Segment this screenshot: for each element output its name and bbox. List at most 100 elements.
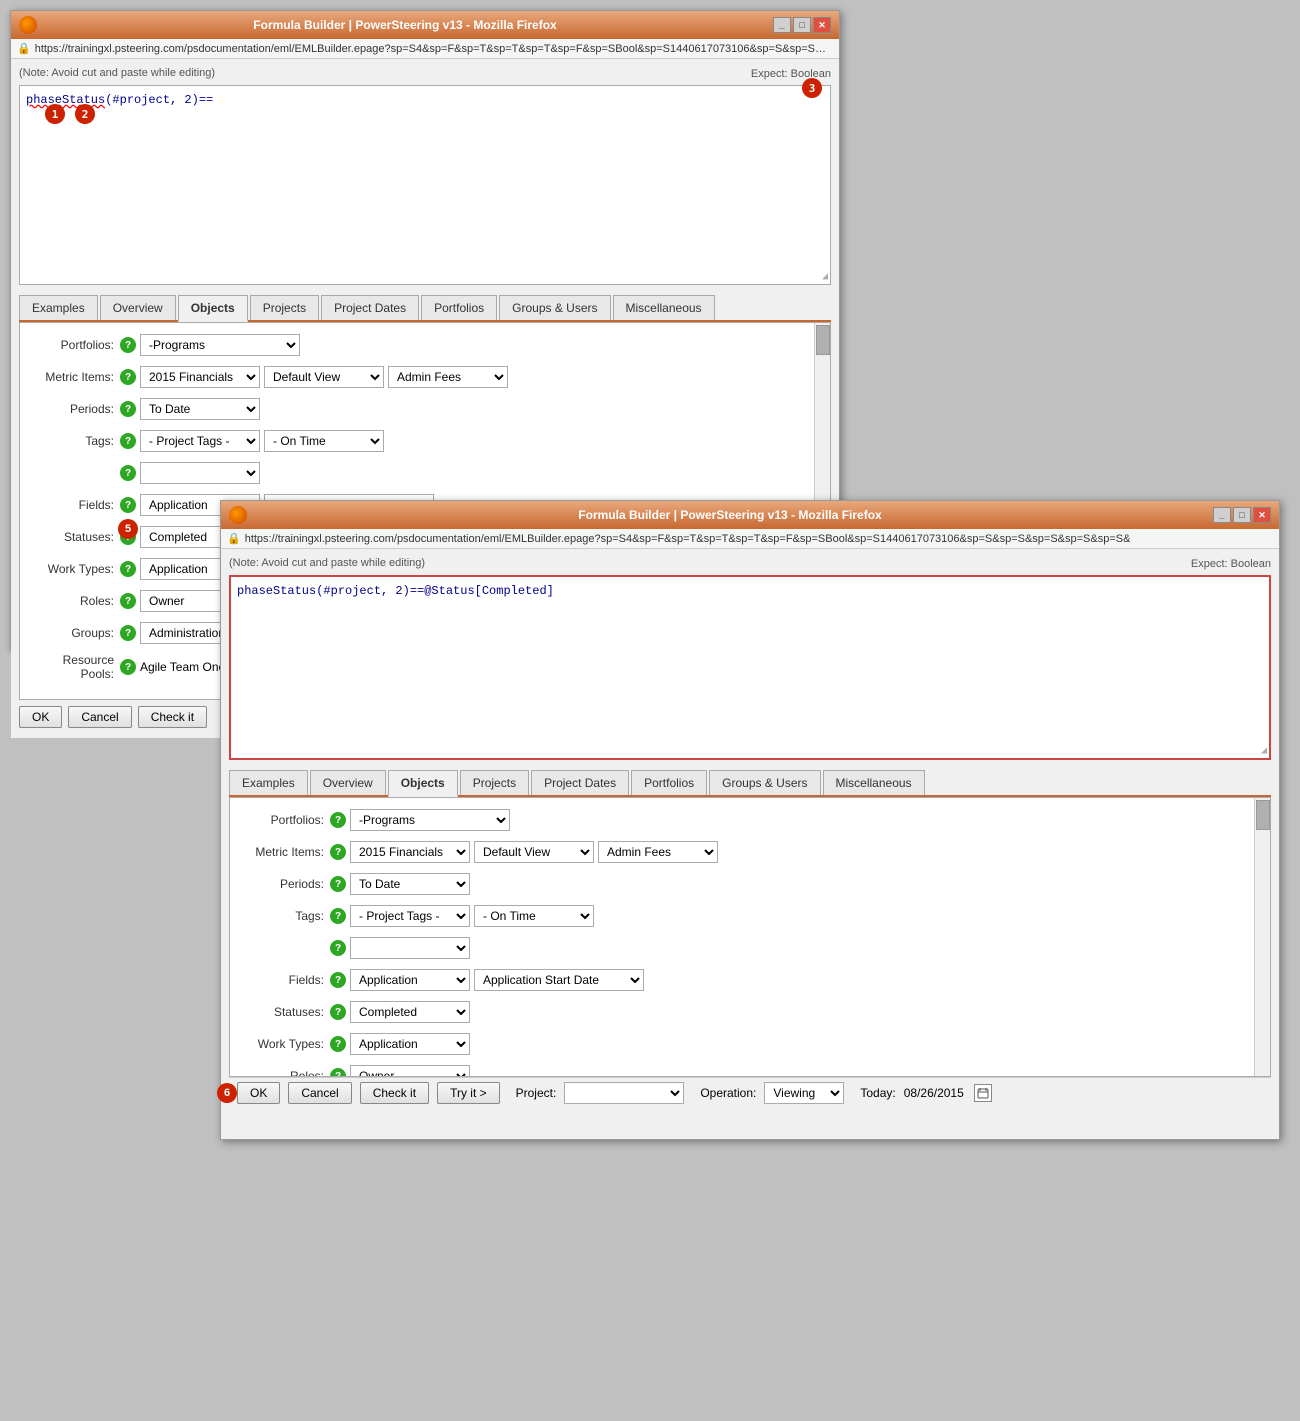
cancel-button-2[interactable]: Cancel [288, 1082, 351, 1104]
tab-objects-2[interactable]: Objects [388, 770, 458, 797]
groups-help-1[interactable]: ? [120, 625, 136, 641]
tags-extra-row-2: ? [240, 936, 1250, 960]
tab-miscellaneous-2[interactable]: Miscellaneous [823, 770, 925, 795]
maximize-btn-1[interactable]: □ [793, 17, 811, 33]
resize-handle-2[interactable]: ◢ [1261, 745, 1267, 756]
tab-portfolios-1[interactable]: Portfolios [421, 295, 497, 320]
periods-help-1[interactable]: ? [120, 401, 136, 417]
window-1-controls[interactable]: _ □ ✕ [773, 17, 831, 33]
metric-select-1a[interactable]: 2015 Financials [140, 366, 260, 388]
operation-select[interactable]: Viewing [764, 1082, 844, 1104]
formula-editor-1[interactable]: phaseStatus(#project, 2)== 1 2 3 ◢ [19, 85, 831, 285]
fields-select-2b[interactable]: Application Start Date [474, 969, 644, 991]
resize-handle-1[interactable]: ◢ [822, 271, 828, 282]
resource-pools-label-1: Resource Pools: [30, 653, 120, 681]
periods-help-2[interactable]: ? [330, 876, 346, 892]
metric-help-1[interactable]: ? [120, 369, 136, 385]
tags-help-1[interactable]: ? [120, 433, 136, 449]
tags-select-2a[interactable]: - Project Tags - [350, 905, 470, 927]
portfolios-select-1[interactable]: -Programs [140, 334, 300, 356]
scrollbar-2[interactable] [1254, 798, 1270, 1076]
tab-examples-1[interactable]: Examples [19, 295, 98, 320]
try-it-button[interactable]: Try it > [437, 1082, 500, 1104]
statuses-select-2[interactable]: Completed [350, 1001, 470, 1023]
metric-select-1c[interactable]: Admin Fees [388, 366, 508, 388]
periods-label-2: Periods: [240, 877, 330, 891]
calendar-icon[interactable] [974, 1084, 992, 1102]
tab-projects-2[interactable]: Projects [460, 770, 529, 795]
scrollbar-thumb-2[interactable] [1256, 800, 1270, 830]
roles-label-1: Roles: [30, 594, 120, 608]
maximize-btn-2[interactable]: □ [1233, 507, 1251, 523]
ok-button-2[interactable]: OK [237, 1082, 280, 1104]
tab-groups-users-2[interactable]: Groups & Users [709, 770, 820, 795]
groups-label-1: Groups: [30, 626, 120, 640]
tab-portfolios-2[interactable]: Portfolios [631, 770, 707, 795]
tags-extra-help-1[interactable]: ? [120, 465, 136, 481]
tags-select-2b[interactable]: - On Time [474, 905, 594, 927]
metric-select-2b[interactable]: Default View [474, 841, 594, 863]
tab-overview-1[interactable]: Overview [100, 295, 176, 320]
resource-pools-value-1: Agile Team One [140, 660, 225, 674]
metric-select-2a[interactable]: 2015 Financials [350, 841, 470, 863]
tab-overview-2[interactable]: Overview [310, 770, 386, 795]
portfolios-row-1: Portfolios: ? -Programs [30, 333, 810, 357]
metric-help-2[interactable]: ? [330, 844, 346, 860]
tab-project-dates-2[interactable]: Project Dates [531, 770, 629, 795]
tags-row-2: Tags: ? - Project Tags - - On Time [240, 904, 1250, 928]
tab-groups-users-1[interactable]: Groups & Users [499, 295, 610, 320]
minimize-btn-2[interactable]: _ [1213, 507, 1231, 523]
tabs-bar-1: Examples Overview Objects Projects Proje… [19, 295, 831, 322]
tags-select-1b[interactable]: - On Time [264, 430, 384, 452]
project-select[interactable] [564, 1082, 684, 1104]
work-types-select-2[interactable]: Application [350, 1033, 470, 1055]
ok-button-1[interactable]: OK [19, 706, 62, 728]
roles-select-2[interactable]: Owner [350, 1065, 470, 1077]
fields-help-2[interactable]: ? [330, 972, 346, 988]
metric-select-1b[interactable]: Default View [264, 366, 384, 388]
window-2-controls[interactable]: _ □ ✕ [1213, 507, 1271, 523]
tags-label-1: Tags: [30, 434, 120, 448]
fields-select-2a[interactable]: Application [350, 969, 470, 991]
statuses-help-2[interactable]: ? [330, 1004, 346, 1020]
check-it-button-1[interactable]: Check it [138, 706, 207, 728]
minimize-btn-1[interactable]: _ [773, 17, 791, 33]
portfolios-label-2: Portfolios: [240, 813, 330, 827]
tags-extra-select-2[interactable] [350, 937, 470, 959]
roles-help-2[interactable]: ? [330, 1068, 346, 1077]
formula-underline-1: phaseStatus [26, 93, 105, 107]
today-label: Today: [860, 1086, 895, 1100]
tab-projects-1[interactable]: Projects [250, 295, 319, 320]
tags-help-2[interactable]: ? [330, 908, 346, 924]
work-types-row-2: Work Types: ? Application [240, 1032, 1250, 1056]
portfolios-select-2[interactable]: -Programs [350, 809, 510, 831]
close-btn-2[interactable]: ✕ [1253, 507, 1271, 523]
close-btn-1[interactable]: ✕ [813, 17, 831, 33]
tab-miscellaneous-1[interactable]: Miscellaneous [613, 295, 715, 320]
tags-extra-select-1[interactable] [140, 462, 260, 484]
formula-text-2: phaseStatus(#project, 2)==@Status[Comple… [237, 584, 554, 598]
check-it-button-2[interactable]: Check it [360, 1082, 429, 1104]
fields-help-1[interactable]: ? [120, 497, 136, 513]
metric-items-label-1: Metric Items: [30, 370, 120, 384]
portfolios-help-1[interactable]: ? [120, 337, 136, 353]
tab-examples-2[interactable]: Examples [229, 770, 308, 795]
scrollbar-thumb-1[interactable] [816, 325, 830, 355]
tab-objects-1[interactable]: Objects [178, 295, 248, 322]
note-2: (Note: Avoid cut and paste while editing… [229, 557, 425, 569]
bottom-bar-2: 6 OK Cancel Check it Try it > Project: O… [229, 1077, 1271, 1108]
periods-select-1[interactable]: To Date [140, 398, 260, 420]
tags-select-1a[interactable]: - Project Tags - [140, 430, 260, 452]
periods-select-2[interactable]: To Date [350, 873, 470, 895]
cancel-button-1[interactable]: Cancel [68, 706, 131, 728]
work-types-help-2[interactable]: ? [330, 1036, 346, 1052]
portfolios-help-2[interactable]: ? [330, 812, 346, 828]
work-types-help-1[interactable]: ? [120, 561, 136, 577]
formula-editor-2[interactable]: phaseStatus(#project, 2)==@Status[Comple… [229, 575, 1271, 760]
tab-project-dates-1[interactable]: Project Dates [321, 295, 419, 320]
roles-help-1[interactable]: ? [120, 593, 136, 609]
resource-pools-help-1[interactable]: ? [120, 659, 136, 675]
badge-6: 6 [217, 1083, 237, 1103]
metric-select-2c[interactable]: Admin Fees [598, 841, 718, 863]
tags-extra-help-2[interactable]: ? [330, 940, 346, 956]
